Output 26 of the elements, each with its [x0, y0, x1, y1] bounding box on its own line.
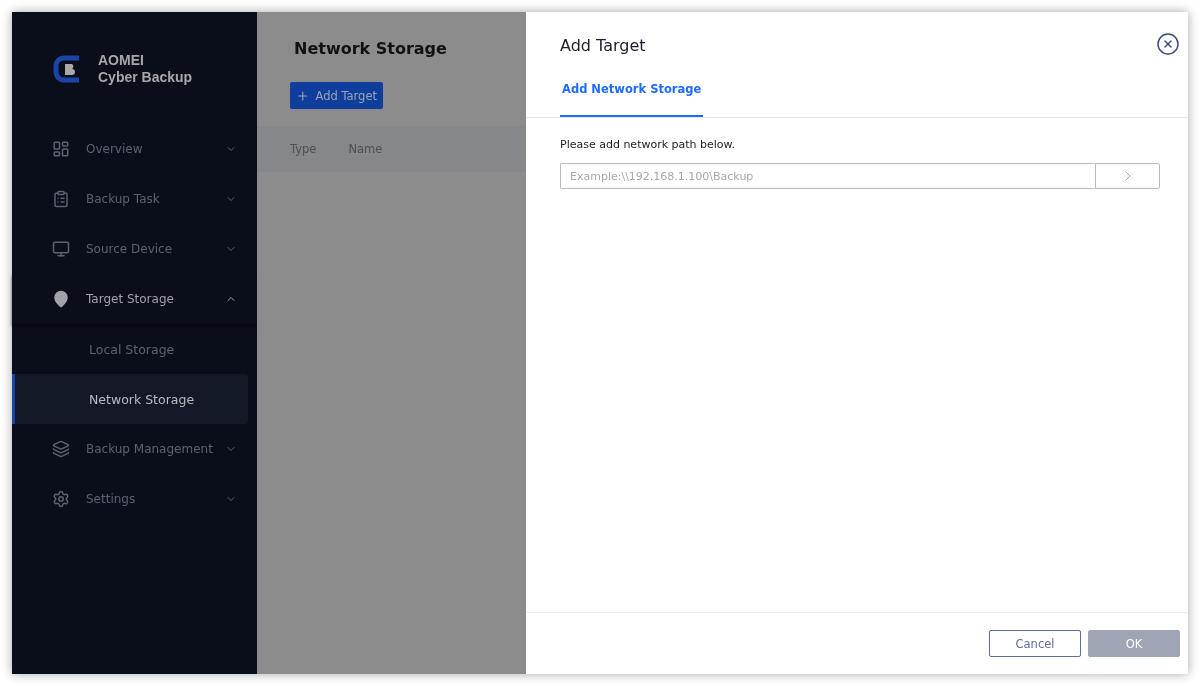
close-button[interactable]	[1156, 32, 1180, 56]
target-icon	[52, 290, 70, 308]
overview-icon	[52, 140, 70, 158]
sidebar-item[interactable]: Backup Task	[12, 174, 257, 224]
sidebar-item[interactable]: Target Storage	[12, 274, 257, 324]
sidebar-item[interactable]: Backup Management	[12, 424, 257, 474]
path-field[interactable]: Example:\\192.168.1.100\Backup	[560, 163, 1095, 189]
settings-icon	[52, 490, 70, 508]
device-icon	[52, 240, 70, 258]
column-header: Type	[290, 142, 317, 156]
dialog-title: Add Target	[560, 35, 646, 56]
submenu-item[interactable]: Network Storage	[12, 374, 248, 424]
management-icon	[52, 440, 70, 458]
task-icon	[52, 190, 70, 208]
submenu-item[interactable]: Local Storage	[12, 324, 248, 374]
tab[interactable]: Add Network Storage	[560, 70, 704, 117]
sidebar-item[interactable]: Overview	[12, 124, 257, 174]
cancel-button[interactable]: Cancel	[989, 630, 1081, 657]
page-title: Network Storage	[293, 38, 448, 60]
instruction-text: Please add network path below.	[560, 138, 737, 151]
sidebar-item[interactable]: Source Device	[12, 224, 257, 274]
logo-text: AOMEI Cyber Backup	[98, 52, 193, 86]
plus-icon	[296, 88, 310, 103]
sidebar-item[interactable]: Settings	[12, 474, 257, 524]
add-target-button[interactable]: Add Target	[290, 82, 383, 109]
column-header: Name	[348, 142, 383, 156]
